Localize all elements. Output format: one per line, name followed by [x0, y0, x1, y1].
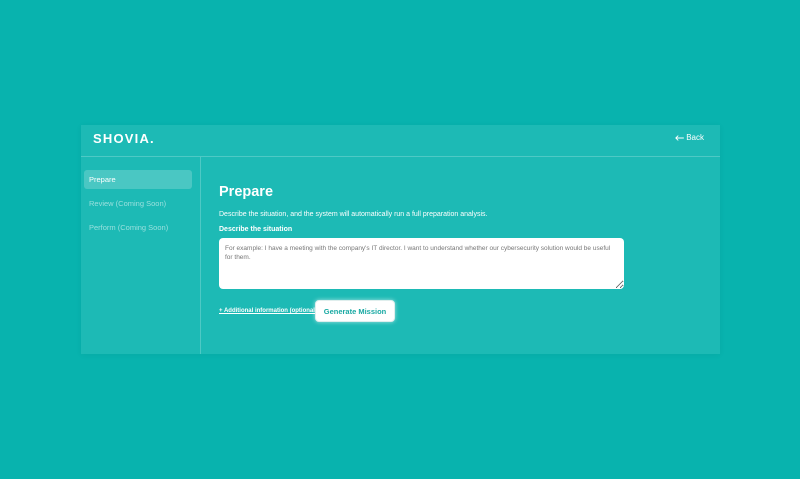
- situation-input[interactable]: [219, 238, 624, 289]
- page-title: Prepare: [219, 184, 274, 200]
- logo: SHOVIA.: [93, 131, 155, 146]
- sidebar: Prepare Review (Coming Soon) Perform (Co…: [81, 157, 201, 354]
- back-link[interactable]: Back: [675, 133, 704, 142]
- additional-info-link[interactable]: + Additional information (optional): [219, 308, 317, 314]
- sidebar-item-review[interactable]: Review (Coming Soon): [84, 194, 192, 213]
- top-bar: SHOVIA. Back: [81, 125, 720, 157]
- sidebar-item-perform[interactable]: Perform (Coming Soon): [84, 218, 192, 237]
- main-content: Prepare Describe the situation, and the …: [219, 183, 699, 322]
- arrow-left-icon: [675, 134, 685, 141]
- generate-mission-button[interactable]: Generate Mission: [315, 300, 395, 322]
- sidebar-item-prepare[interactable]: Prepare: [84, 170, 192, 189]
- situation-label: Describe the situation: [219, 226, 293, 233]
- app-window: SHOVIA. Back Prepare Review (Coming Soon…: [81, 125, 720, 354]
- back-label: Back: [686, 133, 704, 142]
- page-description: Describe the situation, and the system w…: [219, 211, 488, 218]
